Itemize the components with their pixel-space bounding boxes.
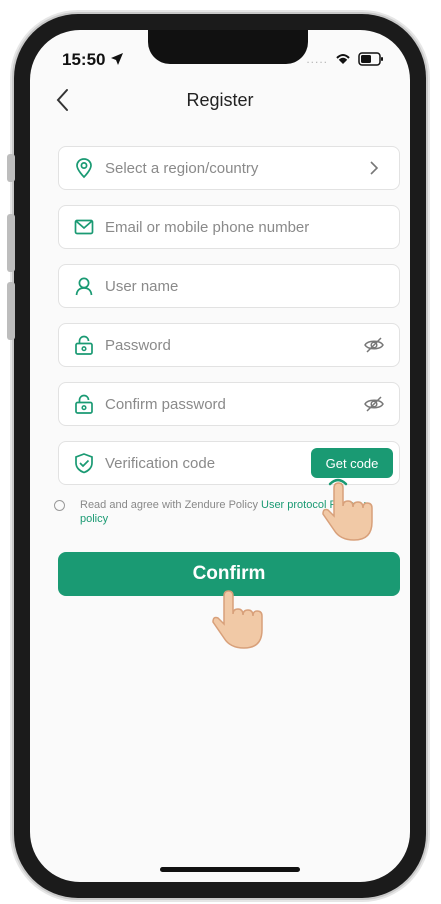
- region-label: Select a region/country: [105, 159, 259, 177]
- agree-radio[interactable]: [54, 500, 65, 511]
- user-icon: [75, 277, 93, 296]
- email-input[interactable]: [105, 218, 399, 236]
- mute-switch: [7, 154, 15, 182]
- status-indicators: .....: [306, 52, 384, 66]
- user-protocol-link[interactable]: User protocol: [261, 499, 326, 511]
- agreement-text: Read and agree with Zendure Policy: [80, 499, 261, 511]
- battery-icon: [358, 52, 383, 66]
- tap-hand-icon: [212, 586, 263, 649]
- password-input[interactable]: [105, 336, 363, 354]
- lock-icon: [75, 394, 93, 414]
- lock-icon: [75, 335, 93, 355]
- confirm-password-input[interactable]: [105, 395, 363, 413]
- confirm-password-field[interactable]: [58, 382, 400, 426]
- eye-off-icon[interactable]: [363, 334, 385, 356]
- volume-down-button: [7, 282, 15, 340]
- username-field[interactable]: [58, 264, 400, 308]
- region-selector[interactable]: Select a region/country: [58, 146, 400, 190]
- username-input[interactable]: [105, 277, 399, 295]
- password-field[interactable]: [58, 323, 400, 367]
- volume-up-button: [7, 214, 15, 272]
- tap-hand-icon: [322, 478, 373, 541]
- app-screen: 15:50 ..... Register Select a region/cou…: [30, 30, 410, 882]
- chevron-right-icon: [370, 161, 379, 175]
- location-icon: [76, 158, 92, 179]
- eye-off-icon[interactable]: [363, 393, 385, 415]
- mail-icon: [74, 219, 94, 235]
- wifi-icon: [336, 54, 350, 64]
- email-field[interactable]: [58, 205, 400, 249]
- signal-dots-icon: .....: [306, 52, 328, 66]
- status-time: 15:50: [62, 50, 106, 69]
- status-bar: 15:50 .....: [30, 48, 410, 72]
- home-indicator[interactable]: [160, 867, 300, 872]
- page-title: Register: [186, 90, 254, 110]
- location-arrow-icon: [111, 53, 123, 65]
- shield-check-icon: [75, 453, 93, 474]
- nav-bar: Register: [30, 82, 410, 122]
